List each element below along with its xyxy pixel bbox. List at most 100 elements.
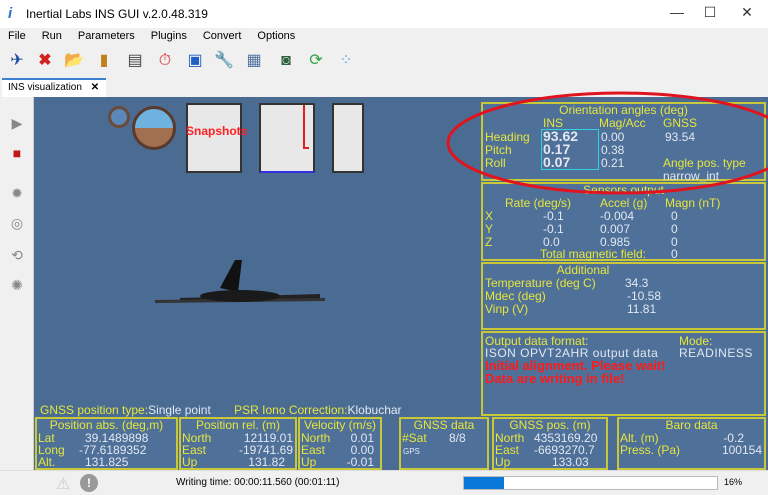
- gnss-info-line: GNSS position type:Single point PSR Iono…: [40, 403, 402, 417]
- maximize-button[interactable]: ☐: [695, 4, 725, 24]
- position-abs-panel: Position abs. (deg,m) Lat 39.1489898 Long…: [35, 417, 178, 470]
- stop-icon[interactable]: ✖: [34, 50, 56, 72]
- menu-parameters[interactable]: Parameters: [70, 28, 143, 42]
- baro-panel: Baro data Alt. (m) -0.2 Press. (Pa) 100154: [617, 417, 766, 470]
- menu-bar: File Run Parameters Plugins Convert Options: [0, 28, 768, 46]
- gnss-pos-type-label: GNSS position type:: [40, 403, 149, 417]
- open-folder-icon[interactable]: 📂: [63, 50, 85, 72]
- error-icon: !: [80, 474, 98, 492]
- rate-x: -0.1: [543, 209, 564, 223]
- progress-fill: [464, 477, 505, 489]
- velocity-title: Velocity (m/s): [303, 418, 376, 432]
- close-button[interactable]: ✕: [732, 4, 762, 24]
- rel-up-value: 131.82: [248, 455, 285, 469]
- mdec-value: -10.58: [627, 289, 662, 303]
- calculator-icon[interactable]: ▦: [243, 50, 265, 72]
- menu-plugins[interactable]: Plugins: [143, 28, 195, 42]
- baro-press-label: Press. (Pa): [620, 443, 681, 457]
- airplane-model: [155, 260, 325, 303]
- sat-label: #Sat: [402, 431, 427, 445]
- progress-bar: [463, 476, 718, 490]
- gnss-data-title: GNSS data: [413, 418, 475, 432]
- vinp-label: Vinp (V): [485, 302, 529, 316]
- velocity-panel: Velocity (m/s) North 0.01 East 0.00 Up -0.0…: [298, 417, 382, 470]
- tab-ins-visualization[interactable]: INS visualization ✕: [2, 78, 106, 97]
- pos-abs-title: Position abs. (deg,m): [49, 418, 164, 432]
- axis-z: Z: [485, 235, 493, 249]
- total-field-value: 0: [671, 247, 678, 261]
- left-sidebar: ▶ ■ ✹ ◎ ⟲ ✺: [0, 97, 34, 470]
- record-icon[interactable]: ■: [8, 145, 26, 163]
- toolbar: ✈ ✖ 📂 ▮ ▤ ⏱ ▣ 🔧 ▦ ◙ ⟳ ⁘: [0, 46, 768, 76]
- book-icon[interactable]: ▤: [124, 50, 146, 72]
- temperature-label: Temperature (deg C): [485, 276, 596, 290]
- gnss-pos-type-value: Single point: [148, 403, 211, 417]
- mode-value: READINESS: [679, 346, 753, 360]
- position-rel-panel: Position rel. (m) North 12119.01 East -197…: [179, 417, 297, 470]
- gnss-pos-title: GNSS pos. (m): [509, 418, 591, 432]
- writing-message: Data are writing in file!: [485, 371, 625, 386]
- timer-icon[interactable]: ⏱: [154, 50, 176, 72]
- accel-x: -0.004: [600, 209, 635, 223]
- dots-icon[interactable]: ⁘: [335, 50, 357, 72]
- additional-panel: Additional Temperature (deg C) 34.3 Mdec…: [481, 262, 766, 330]
- compass-icon[interactable]: ◎: [8, 215, 26, 233]
- storage-icon[interactable]: ◙: [275, 50, 297, 72]
- additional-title: Additional: [556, 263, 610, 277]
- writing-time: Writing time: 00:00:11.560 (00:01:11): [176, 477, 340, 488]
- output-panel: Output data format: Mode: ISON OPVT2AHR …: [481, 331, 766, 416]
- rotate-icon[interactable]: ⟲: [8, 247, 26, 265]
- save-icon[interactable]: ▮: [93, 50, 115, 72]
- connect-icon[interactable]: ✈: [6, 50, 28, 72]
- menu-options[interactable]: Options: [249, 28, 303, 42]
- menu-convert[interactable]: Convert: [195, 28, 250, 42]
- tab-label: INS visualization: [8, 82, 82, 93]
- wrench-icon[interactable]: 🔧: [213, 50, 235, 72]
- tab-close-icon[interactable]: ✕: [91, 82, 99, 93]
- alt-label: Alt.: [38, 455, 56, 469]
- attitude-indicator: [132, 106, 176, 150]
- snapshots-label: Snapshots: [186, 124, 248, 138]
- progress-label: 16%: [724, 477, 743, 487]
- gnss-data-panel: GNSS data #Sat 8/8 GPS: [399, 417, 489, 470]
- snapshot-chart-2[interactable]: [259, 103, 315, 173]
- minimize-button[interactable]: —: [662, 4, 692, 24]
- snapshot-chart-1[interactable]: [186, 103, 242, 173]
- total-field-label: Total magnetic field:: [540, 247, 647, 261]
- pos-rel-title: Position rel. (m): [195, 418, 281, 432]
- gnss-up-label: Up: [495, 455, 511, 469]
- sat-value: 8/8: [449, 431, 466, 445]
- sync-icon[interactable]: ⟳: [305, 50, 327, 72]
- wheel-icon[interactable]: ✺: [8, 277, 26, 295]
- alt-value: 131.825: [85, 455, 129, 469]
- axis-y: Y: [485, 222, 494, 236]
- mdec-label: Mdec (deg): [485, 289, 546, 303]
- rel-up-label: Up: [182, 455, 198, 469]
- vel-up-label: Up: [301, 455, 317, 469]
- compass-instrument: [108, 106, 130, 128]
- baro-title: Baro data: [665, 418, 718, 432]
- gnss-system: GPS: [403, 447, 420, 456]
- menu-run[interactable]: Run: [34, 28, 70, 42]
- menu-file[interactable]: File: [0, 28, 34, 42]
- image-icon[interactable]: ▣: [184, 50, 206, 72]
- magn-y: 0: [671, 222, 678, 236]
- snapshot-chart-3[interactable]: [332, 103, 364, 173]
- psr-value: Klobuchar: [347, 403, 402, 417]
- window-title: Inertial Labs INS GUI v.2.0.48.319: [26, 7, 208, 21]
- baro-press-value: 100154: [721, 443, 762, 457]
- accel-y: 0.007: [600, 222, 631, 236]
- play-icon[interactable]: ▶: [8, 115, 26, 133]
- rate-y: -0.1: [543, 222, 564, 236]
- temperature-value: 34.3: [625, 276, 649, 290]
- gear-icon[interactable]: ✹: [8, 185, 26, 203]
- title-bar: i Inertial Labs INS GUI v.2.0.48.319 — ☐…: [0, 0, 768, 28]
- axis-x: X: [485, 209, 494, 223]
- warning-icon: ⚠: [56, 476, 71, 493]
- app-logo-icon: i: [8, 5, 13, 22]
- vel-up-value: -0.01: [346, 455, 374, 469]
- gnss-pos-panel: GNSS pos. (m) North 4353169.20 East -66932…: [492, 417, 608, 470]
- highlight-ellipse: [446, 91, 768, 195]
- vinp-value: 11.81: [627, 302, 657, 316]
- magn-x: 0: [671, 209, 678, 223]
